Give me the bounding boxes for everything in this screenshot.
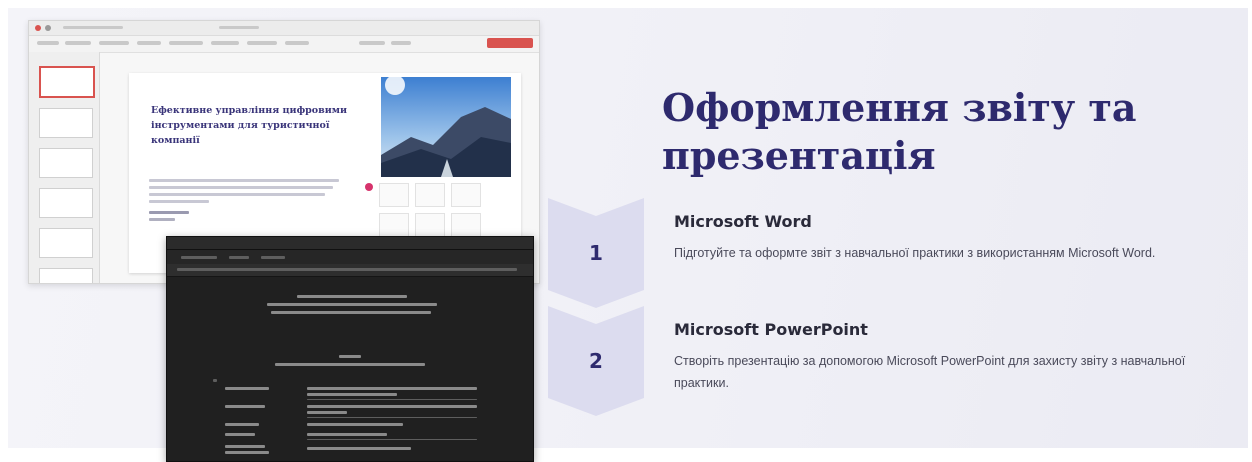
presentation-slide: Ефективне управління цифровими інструмен… <box>8 8 1248 462</box>
powerpoint-slide-body <box>149 179 345 225</box>
word-toolbar <box>167 264 533 277</box>
powerpoint-titlebar <box>29 21 539 36</box>
slide-thumbnail <box>39 148 93 178</box>
slide-thumbnails <box>29 52 100 283</box>
step-number: 1 <box>589 241 603 265</box>
step-title: Microsoft PowerPoint <box>674 320 868 339</box>
step-description: Створіть презентацію за допомогою Micros… <box>674 354 1186 390</box>
slide-thumbnail <box>39 66 95 98</box>
slide-thumbnail <box>39 268 93 283</box>
slide-thumbnail <box>39 188 93 218</box>
step-number: 2 <box>589 349 603 373</box>
step-description: Підготуйте та оформте звіт з навчальної … <box>674 246 1156 260</box>
slide-title: Оформлення звіту та презентація <box>662 85 1137 178</box>
step-title: Microsoft Word <box>674 212 812 231</box>
step-item: 1 Microsoft Word Підготуйте та оформте з… <box>548 198 1228 308</box>
icon-grid <box>365 179 513 239</box>
powerpoint-ribbon <box>29 36 539 53</box>
share-button <box>487 38 533 48</box>
step-item: 2 Microsoft PowerPoint Створіть презента… <box>548 306 1228 416</box>
word-titlebar <box>167 237 533 250</box>
word-menu <box>167 250 533 264</box>
slide-thumbnail <box>39 108 93 138</box>
mountain-photo <box>381 77 511 177</box>
word-screenshot <box>166 236 534 462</box>
powerpoint-slide-title: Ефективне управління цифровими інструмен… <box>151 105 348 146</box>
slide-thumbnail <box>39 228 93 258</box>
